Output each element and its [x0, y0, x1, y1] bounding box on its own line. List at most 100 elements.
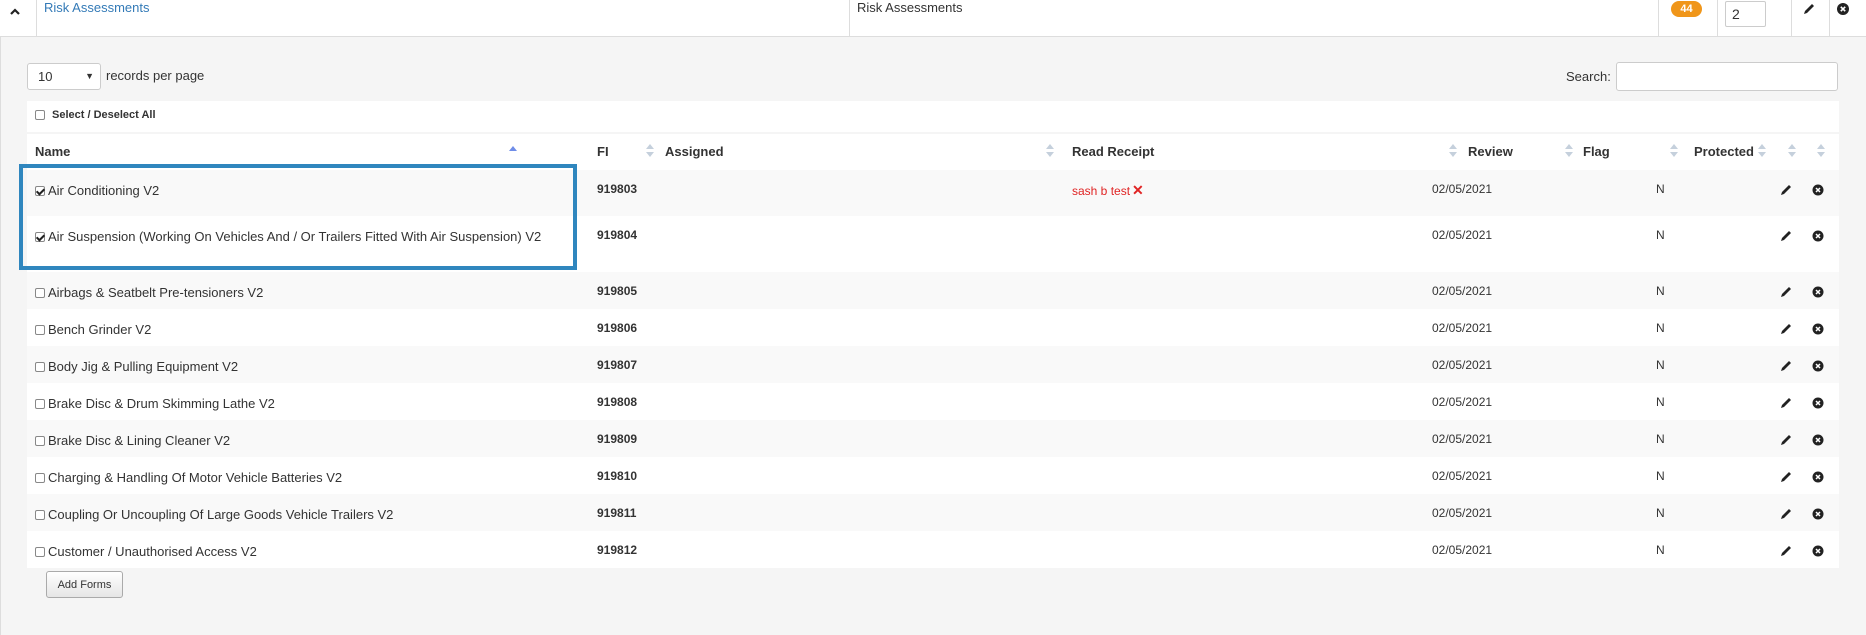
- row-name: Customer / Unauthorised Access V2: [48, 544, 257, 559]
- table-row[interactable]: Brake Disc & Lining Cleaner V2 919809 02/0…: [27, 420, 1839, 457]
- row-fi: 919807: [597, 358, 638, 372]
- row-fi: 919805: [597, 284, 638, 298]
- column-header-assigned[interactable]: Assigned: [665, 144, 724, 159]
- search-input[interactable]: [1616, 62, 1838, 91]
- select-all-checkbox[interactable]: [35, 110, 45, 120]
- row-checkbox[interactable]: [35, 324, 45, 335]
- column-header-review[interactable]: Review: [1468, 144, 1513, 159]
- circle-x-icon[interactable]: [1811, 470, 1825, 484]
- pencil-icon[interactable]: [1779, 507, 1793, 521]
- order-number-input[interactable]: [1725, 1, 1766, 27]
- row-checkbox[interactable]: [35, 231, 45, 242]
- column-header-flag[interactable]: Flag: [1583, 144, 1610, 159]
- risk-assessments-link[interactable]: Risk Assessments: [44, 0, 149, 15]
- divider: [1829, 0, 1831, 36]
- table-row[interactable]: Customer / Unauthorised Access V2 919812 0…: [27, 531, 1839, 568]
- row-checkbox[interactable]: [35, 287, 45, 298]
- circle-x-icon[interactable]: [1811, 285, 1825, 299]
- row-name: Air Suspension (Working On Vehicles And …: [48, 229, 542, 244]
- pencil-icon[interactable]: [1779, 285, 1793, 299]
- row-name-cell: Airbags & Seatbelt Pre-tensioners V2: [35, 284, 595, 302]
- circle-x-icon[interactable]: [1811, 183, 1825, 197]
- row-fi: 919808: [597, 395, 638, 409]
- circle-x-icon[interactable]: [1811, 359, 1825, 373]
- row-checkbox[interactable]: [35, 472, 45, 483]
- column-header-read-receipt[interactable]: Read Receipt: [1072, 144, 1154, 159]
- table-row[interactable]: Air Conditioning V2 919803 sash b test ✕ 02/…: [27, 170, 1839, 216]
- table-row[interactable]: Air Suspension (Working On Vehicles And …: [27, 216, 1839, 272]
- circle-x-icon[interactable]: [1811, 544, 1825, 558]
- row-name-cell: Bench Grinder V2: [35, 321, 595, 339]
- pencil-icon[interactable]: [1802, 2, 1816, 16]
- table-row[interactable]: Coupling Or Uncoupling Of Large Goods Ve…: [27, 494, 1839, 531]
- row-name: Air Conditioning V2: [48, 183, 160, 198]
- sort-icon[interactable]: [1670, 144, 1678, 158]
- row-review-date: 02/05/2021: [1432, 543, 1493, 557]
- pencil-icon[interactable]: [1779, 544, 1793, 558]
- row-fi: 919809: [597, 432, 638, 446]
- chevron-up-icon[interactable]: [8, 5, 22, 19]
- row-checkbox[interactable]: [35, 361, 45, 372]
- row-protected: N: [1656, 182, 1665, 196]
- row-checkbox[interactable]: [35, 546, 45, 557]
- row-checkbox[interactable]: [35, 435, 45, 446]
- row-name: Bench Grinder V2: [48, 322, 152, 337]
- sort-icon[interactable]: [1758, 144, 1766, 158]
- pencil-icon[interactable]: [1779, 322, 1793, 336]
- row-review-date: 02/05/2021: [1432, 228, 1493, 242]
- pencil-icon[interactable]: [1779, 183, 1793, 197]
- close-x-icon[interactable]: ✕: [1132, 182, 1144, 198]
- row-fi: 919803: [597, 182, 638, 196]
- row-checkbox[interactable]: [35, 185, 45, 196]
- row-name-cell: Customer / Unauthorised Access V2: [35, 543, 595, 561]
- row-name-cell: Coupling Or Uncoupling Of Large Goods Ve…: [35, 506, 595, 524]
- row-checkbox[interactable]: [35, 509, 45, 520]
- page-length-select[interactable]: 10 ▼: [27, 63, 101, 90]
- pencil-icon[interactable]: [1779, 229, 1793, 243]
- row-name-cell: Air Suspension (Working On Vehicles And …: [35, 228, 595, 246]
- sort-icon[interactable]: [1788, 144, 1796, 158]
- sort-icon[interactable]: [1449, 144, 1457, 158]
- sort-icon[interactable]: [1046, 144, 1054, 158]
- row-name: Body Jig & Pulling Equipment V2: [48, 359, 239, 374]
- table-row[interactable]: Brake Disc & Drum Skimming Lathe V2 91980…: [27, 383, 1839, 420]
- row-review-date: 02/05/2021: [1432, 395, 1493, 409]
- table-row[interactable]: Airbags & Seatbelt Pre-tensioners V2 9198…: [27, 272, 1839, 309]
- column-header-fi[interactable]: FI: [597, 144, 609, 159]
- row-read-receipt: sash b test ✕: [1072, 182, 1144, 199]
- count-badge: 44: [1671, 1, 1702, 17]
- row-checkbox[interactable]: [35, 398, 45, 409]
- sort-icon[interactable]: [1817, 144, 1825, 158]
- pencil-icon[interactable]: [1779, 396, 1793, 410]
- table-row[interactable]: Body Jig & Pulling Equipment V2 919807 02/…: [27, 346, 1839, 383]
- table-row[interactable]: Bench Grinder V2 919806 02/05/2021 N: [27, 309, 1839, 346]
- sort-icon[interactable]: [1565, 144, 1573, 158]
- divider: [1717, 0, 1719, 36]
- sort-icon[interactable]: [646, 144, 654, 158]
- sort-ascending-icon[interactable]: [509, 144, 517, 158]
- row-protected: N: [1656, 358, 1665, 372]
- circle-x-icon[interactable]: [1836, 2, 1850, 16]
- row-protected: N: [1656, 469, 1665, 483]
- row-fi: 919804: [597, 228, 638, 242]
- circle-x-icon[interactable]: [1811, 433, 1825, 447]
- table-row[interactable]: Charging & Handling Of Motor Vehicle Bat…: [27, 457, 1839, 494]
- pencil-icon[interactable]: [1779, 433, 1793, 447]
- circle-x-icon[interactable]: [1811, 229, 1825, 243]
- pencil-icon[interactable]: [1779, 359, 1793, 373]
- row-name: Airbags & Seatbelt Pre-tensioners V2: [48, 285, 264, 300]
- circle-x-icon[interactable]: [1811, 507, 1825, 521]
- row-fi: 919812: [597, 543, 638, 557]
- add-forms-button[interactable]: Add Forms: [46, 571, 123, 598]
- circle-x-icon[interactable]: [1811, 396, 1825, 410]
- select-all-label: Select / Deselect All: [52, 109, 156, 121]
- row-name: Brake Disc & Drum Skimming Lathe V2: [48, 396, 275, 411]
- row-name-cell: Charging & Handling Of Motor Vehicle Bat…: [35, 469, 595, 487]
- row-review-date: 02/05/2021: [1432, 321, 1493, 335]
- column-header-protected[interactable]: Protected: [1694, 144, 1754, 159]
- row-review-date: 02/05/2021: [1432, 432, 1493, 446]
- column-header-name[interactable]: Name: [35, 144, 70, 159]
- circle-x-icon[interactable]: [1811, 322, 1825, 336]
- pencil-icon[interactable]: [1779, 470, 1793, 484]
- row-name: Brake Disc & Lining Cleaner V2: [48, 433, 231, 448]
